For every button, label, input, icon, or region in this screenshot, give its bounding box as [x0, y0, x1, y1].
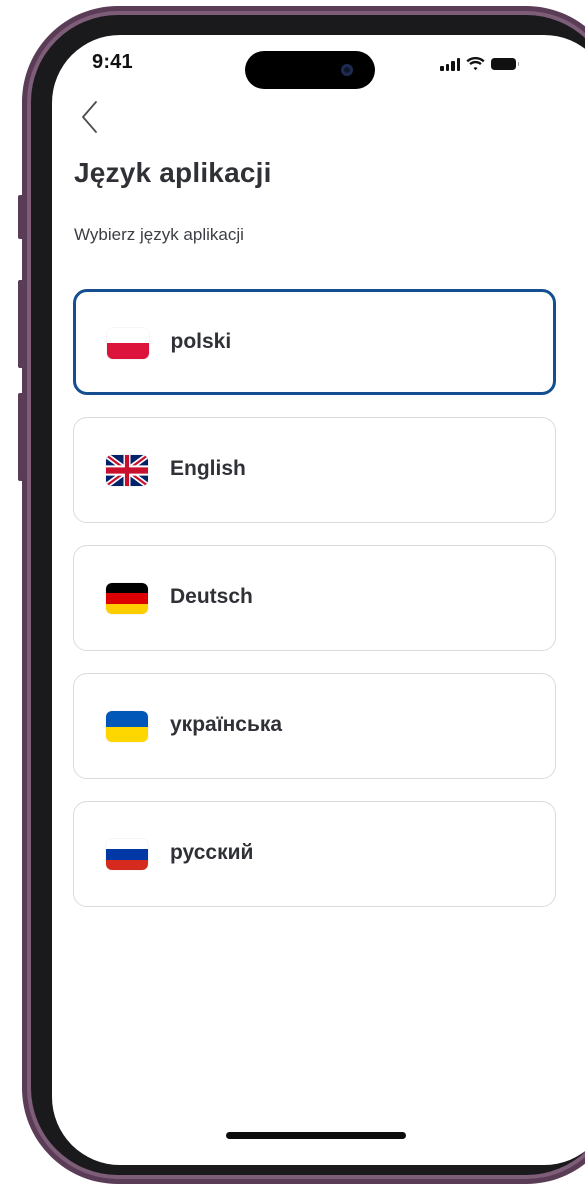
back-button[interactable]: [76, 97, 106, 137]
app-screen: 9:41 Język aplikacji Wybierz język aplik…: [52, 35, 585, 1165]
flag-ukraine-icon: [106, 711, 148, 742]
language-label: English: [170, 457, 246, 480]
language-label: polski: [170, 329, 232, 353]
language-option-polski[interactable]: polski: [73, 289, 556, 395]
dynamic-island: [245, 51, 375, 89]
battery-icon: [491, 58, 519, 70]
status-icons: [440, 55, 519, 73]
volume-up-button: [18, 280, 24, 368]
wifi-icon: [466, 57, 485, 71]
flag-germany-icon: [106, 583, 148, 614]
language-option-deutsch[interactable]: Deutsch: [73, 545, 556, 651]
language-label: українська: [170, 713, 283, 736]
status-time: 9:41: [92, 51, 133, 73]
language-list: polski English Deutsch українська русски…: [73, 289, 556, 929]
page-subtitle: Wybierz język aplikacji: [74, 225, 244, 244]
camera-icon: [341, 64, 353, 76]
action-button: [18, 195, 24, 239]
flag-uk-icon: [106, 455, 148, 486]
language-label: русский: [170, 841, 254, 864]
language-option-russian[interactable]: русский: [73, 801, 556, 907]
device-mockup: 9:41 Język aplikacji Wybierz język aplik…: [0, 0, 585, 1188]
language-label: Deutsch: [170, 585, 253, 608]
page-title: Język aplikacji: [74, 157, 272, 188]
cellular-signal-icon: [440, 57, 460, 71]
language-option-ukrainian[interactable]: українська: [73, 673, 556, 779]
language-option-english[interactable]: English: [73, 417, 556, 523]
home-indicator[interactable]: [226, 1132, 406, 1139]
flag-russia-icon: [106, 839, 148, 870]
chevron-left-icon: [82, 101, 97, 133]
flag-poland-icon: [106, 327, 149, 359]
volume-down-button: [18, 393, 24, 481]
